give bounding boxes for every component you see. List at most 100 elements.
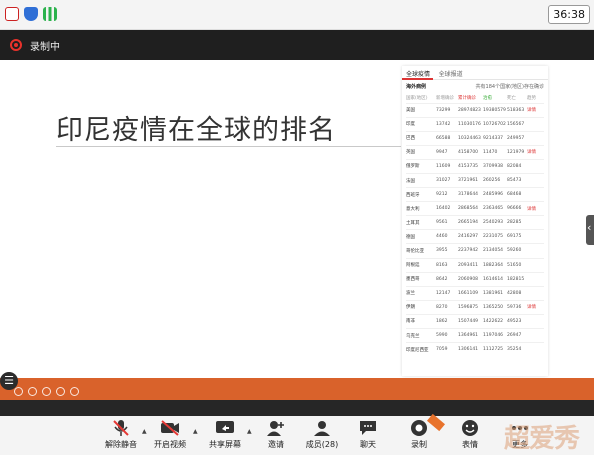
new-cases-cell: 31027: [436, 172, 458, 188]
country-cell: 南非: [406, 313, 436, 329]
country-cell: 阿根廷: [406, 257, 436, 273]
new-cases-cell: 1862: [436, 313, 458, 329]
total-cases-cell: 1364961: [458, 327, 483, 343]
new-cases-cell: 9561: [436, 215, 458, 230]
total-cases-cell: 4158700: [458, 144, 483, 160]
table-row: 阿根廷 8163 2093411 1882364 51650: [406, 257, 544, 273]
members-icon: [314, 421, 330, 436]
emoji-button[interactable]: 表情: [456, 419, 484, 450]
deaths-cell: 68468: [507, 187, 527, 202]
country-cell: 印度尼西亚: [406, 342, 436, 357]
table-row: 土耳其 9561 2665194 2540293 28285: [406, 215, 544, 230]
trend-cell[interactable]: [527, 215, 544, 230]
country-cell: 伊朗: [406, 299, 436, 315]
deaths-cell: 49523: [507, 313, 527, 329]
recording-bar: 录制中: [0, 30, 594, 60]
video-options-caret[interactable]: ▲: [193, 428, 198, 435]
trend-cell[interactable]: [527, 257, 544, 273]
share-options-caret[interactable]: ▲: [247, 428, 252, 435]
trend-cell[interactable]: [527, 130, 544, 146]
trend-cell[interactable]: 详情: [527, 144, 544, 160]
trend-cell[interactable]: [527, 116, 544, 132]
cured-cell: 2134054: [483, 243, 507, 259]
audio-options-caret[interactable]: ▲: [142, 428, 147, 435]
trend-cell[interactable]: [527, 285, 544, 301]
country-table: 国家(地区) 新增确诊 累计确诊 治愈 死亡 趋势 美国 73299 2897482…: [406, 93, 544, 357]
col-trend: 趋势: [527, 95, 536, 101]
trend-cell[interactable]: 详情: [527, 102, 544, 118]
pen-icon[interactable]: [28, 387, 37, 396]
trend-cell[interactable]: [527, 187, 544, 202]
trend-cell[interactable]: 详情: [527, 299, 544, 315]
microphone-muted-icon: [113, 420, 129, 436]
deaths-cell: 156567: [507, 116, 527, 132]
trend-cell[interactable]: [527, 243, 544, 259]
slide-title: 印尼疫情在全球的排名: [56, 115, 336, 146]
start-video-button[interactable]: 开启视频: [152, 419, 188, 450]
emoji-icon: [462, 420, 478, 436]
chat-button[interactable]: 聊天: [354, 419, 382, 450]
total-cases-cell: 28974823: [458, 102, 483, 118]
table-row: 伊朗 8270 1596875 1365250 59736 详情: [406, 299, 544, 315]
total-cases-cell: 1306141: [458, 342, 483, 357]
title-divider: [56, 146, 401, 147]
table-row: 美国 73299 28974823 19380579 518363 详情: [406, 102, 544, 118]
new-cases-cell: 13742: [436, 116, 458, 132]
total-cases-cell: 4153735: [458, 158, 483, 174]
trend-cell[interactable]: [527, 342, 544, 357]
new-cases-cell: 9212: [436, 187, 458, 202]
cured-cell: 260256: [483, 172, 507, 188]
deaths-cell: 28285: [507, 215, 527, 230]
deaths-cell: 82084: [507, 158, 527, 174]
table-row: 巴西 66588 10324463 9214337 249957: [406, 130, 544, 146]
slides-icon[interactable]: [42, 387, 51, 396]
cured-cell: 1381961: [483, 285, 507, 301]
share-screen-label: 共享屏幕: [209, 440, 241, 449]
epidemic-panel: 全球疫情 全球报道 海外病例 共有184个国家(地区)存在确诊 国家(地区) 新…: [402, 66, 548, 376]
country-cell: 意大利: [406, 201, 436, 216]
country-cell: 土耳其: [406, 215, 436, 230]
trend-cell[interactable]: 详情: [527, 201, 544, 216]
country-cell: 哥伦比亚: [406, 243, 436, 259]
total-cases-cell: 2237942: [458, 243, 483, 259]
record-label: 录制: [411, 440, 427, 449]
trend-cell[interactable]: [527, 313, 544, 329]
app-icon: [5, 7, 19, 21]
country-cell: 德国: [406, 229, 436, 244]
unmute-button[interactable]: 解除静音: [103, 419, 139, 450]
cured-cell: 19380579: [483, 102, 507, 118]
table-row: 意大利 16402 2868564 2363465 96666 详情: [406, 201, 544, 216]
share-screen-button[interactable]: 共享屏幕: [207, 419, 243, 450]
invite-label: 邀请: [268, 440, 284, 449]
chat-label: 聊天: [360, 440, 376, 449]
cured-cell: 1422622: [483, 313, 507, 329]
deaths-cell: 26947: [507, 327, 527, 343]
total-cases-cell: 10324463: [458, 130, 483, 146]
table-row: 德国 4460 2416297 2231075 69175: [406, 229, 544, 244]
prev-icon[interactable]: [14, 387, 23, 396]
deaths-cell: 69175: [507, 229, 527, 244]
trend-cell[interactable]: [527, 158, 544, 174]
slideshow-controls: ☰: [0, 372, 120, 398]
trend-cell[interactable]: [527, 327, 544, 343]
deaths-cell: 121979: [507, 144, 527, 160]
deaths-cell: 85473: [507, 172, 527, 188]
record-button[interactable]: 录制: [405, 419, 433, 450]
invite-user-icon: [267, 421, 284, 436]
members-button[interactable]: 成员(28): [304, 419, 340, 450]
cured-cell: 3709938: [483, 158, 507, 174]
screen-share-icon: [216, 421, 234, 433]
new-cases-cell: 12147: [436, 285, 458, 301]
trend-cell[interactable]: [527, 229, 544, 244]
side-panel-handle[interactable]: [586, 215, 594, 245]
trend-cell[interactable]: [527, 172, 544, 188]
trend-cell[interactable]: [527, 271, 544, 287]
watermark-text: 超爱秀: [504, 424, 580, 454]
table-row: 南非 1862 1507449 1422622 49523: [406, 313, 544, 329]
zoom-icon[interactable]: [56, 387, 65, 396]
table-row: 西班牙 9212 3178644 2485996 68468: [406, 187, 544, 202]
invite-button[interactable]: 邀请: [262, 419, 290, 450]
country-cell: 墨西哥: [406, 271, 436, 287]
table-row: 法国 31027 3721961 260256 85473: [406, 172, 544, 188]
options-icon[interactable]: [70, 387, 79, 396]
